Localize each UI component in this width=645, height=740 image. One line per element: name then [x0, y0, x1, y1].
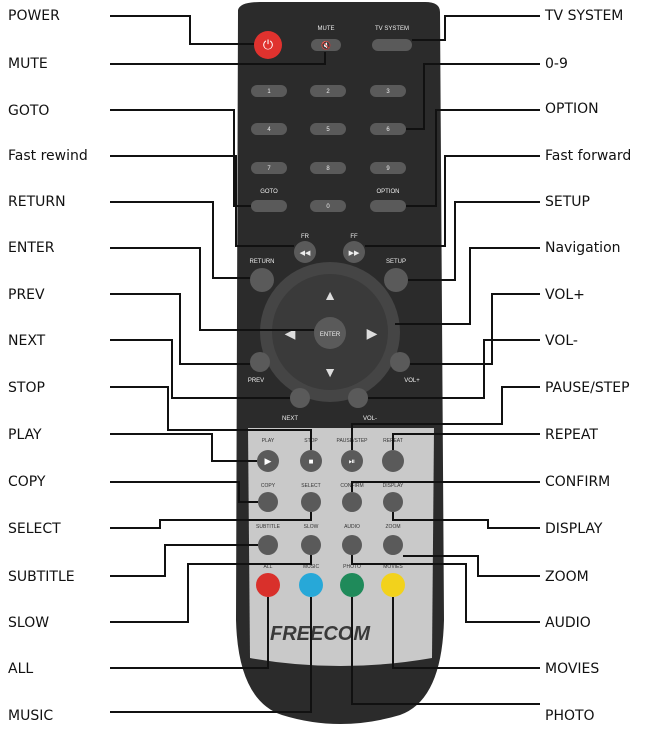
prev-button[interactable] — [250, 352, 270, 372]
prev-label: PREV — [248, 378, 264, 384]
forward-icon: ▶▶ — [349, 250, 360, 257]
power-icon: ⏻ — [263, 37, 273, 52]
label-subtitle: SUBTITLE — [8, 569, 75, 585]
power-line — [110, 15, 254, 45]
display-label: DISPLAY — [383, 483, 404, 489]
copy-line — [110, 481, 258, 503]
label-navigation: Navigation — [545, 240, 621, 256]
brand-logo: FREECOM — [270, 623, 371, 645]
vol-minus-label: VOL- — [363, 416, 377, 422]
return-label: RETURN — [250, 259, 275, 265]
pause-icon: ⏯ — [349, 457, 355, 466]
nav-left-icon: ◀ — [285, 325, 296, 341]
photo-button[interactable] — [340, 573, 364, 597]
label-return: RETURN — [8, 194, 66, 210]
label-next: NEXT — [8, 333, 46, 349]
mute-label: MUTE — [318, 26, 335, 32]
fr-label: FR — [301, 234, 310, 240]
next-button[interactable] — [290, 388, 310, 408]
label-select: SELECT — [8, 521, 61, 537]
option-label: OPTION — [376, 189, 399, 195]
tv-system-label: TV SYSTEM — [375, 26, 409, 32]
label-music: MUSIC — [8, 708, 54, 724]
label-vol-plus: VOL+ — [545, 287, 585, 303]
return-button[interactable] — [250, 268, 274, 292]
audio-button[interactable] — [342, 535, 362, 555]
label-prev: PREV — [8, 287, 45, 303]
play-line — [110, 433, 257, 462]
copy-button[interactable] — [258, 492, 278, 512]
nav-right-icon: ▶ — [367, 325, 378, 341]
ff-label: FF — [350, 234, 358, 240]
return-line — [110, 201, 250, 279]
goto-button[interactable] — [251, 200, 287, 212]
label-goto: GOTO — [8, 103, 50, 119]
label-audio: AUDIO — [545, 615, 591, 631]
label-repeat: REPEAT — [545, 427, 598, 443]
repeat-button[interactable] — [382, 450, 404, 472]
goto-line — [110, 109, 251, 207]
label-play: PLAY — [8, 427, 42, 443]
enter-label: ENTER — [320, 332, 341, 338]
select-label: SELECT — [301, 483, 320, 489]
label-option: OPTION — [545, 101, 599, 117]
subtitle-label: SUBTITLE — [256, 524, 281, 530]
music-button[interactable] — [299, 573, 323, 597]
tv-system-button[interactable] — [372, 39, 412, 51]
label-movies: MOVIES — [545, 661, 600, 677]
option-button[interactable] — [370, 200, 406, 212]
label-zoom: ZOOM — [545, 569, 589, 585]
label-mute: MUTE — [8, 56, 48, 72]
label-fast-forward: Fast forward — [545, 148, 632, 164]
label-photo: PHOTO — [545, 708, 595, 724]
stop-icon: ■ — [309, 457, 314, 466]
label-setup: SETUP — [545, 194, 590, 210]
label-enter: ENTER — [8, 240, 55, 256]
mute-icon: 🔇 — [321, 40, 331, 50]
subtitle-button[interactable] — [258, 535, 278, 555]
label-vol-minus: VOL- — [545, 333, 578, 349]
goto-label: GOTO — [260, 189, 278, 195]
play-label: PLAY — [262, 438, 275, 444]
label-power: POWER — [8, 8, 60, 24]
zoom-label: ZOOM — [386, 524, 401, 530]
nav-down-icon: ▼ — [323, 364, 337, 380]
subtitle-line — [110, 544, 258, 577]
audio-label: AUDIO — [344, 524, 360, 530]
label-display: DISPLAY — [545, 521, 603, 537]
slow-button[interactable] — [301, 535, 321, 555]
confirm-button[interactable] — [342, 492, 362, 512]
label-fast-rewind: Fast rewind — [8, 148, 88, 164]
label-tv-system: TV SYSTEM — [545, 8, 624, 24]
vol-minus-button[interactable] — [348, 388, 368, 408]
slow-label: SLOW — [304, 524, 319, 530]
label-stop: STOP — [8, 380, 45, 396]
select-button[interactable] — [301, 492, 321, 512]
label-slow: SLOW — [8, 615, 50, 631]
next-label: NEXT — [282, 416, 298, 422]
all-button[interactable] — [256, 573, 280, 597]
movies-button[interactable] — [381, 573, 405, 597]
copy-label: COPY — [261, 483, 276, 489]
vol-plus-button[interactable] — [390, 352, 410, 372]
setup-button[interactable] — [384, 268, 408, 292]
remote-diagram: ⏻ MUTE 🔇 TV SYSTEM 1 2 3 4 5 6 7 8 9 GOTO 0 OPTION FR ◀◀ F… — [0, 0, 645, 735]
label-pause-step: PAUSE/STEP — [545, 380, 630, 396]
rewind-icon: ◀◀ — [300, 250, 311, 257]
label-all: ALL — [8, 661, 34, 677]
label-copy: COPY — [8, 474, 46, 490]
display-button[interactable] — [383, 492, 403, 512]
label-confirm: CONFIRM — [545, 474, 611, 490]
setup-label: SETUP — [386, 259, 406, 265]
vol-plus-label: VOL+ — [404, 378, 420, 384]
nav-up-icon: ▲ — [323, 287, 337, 303]
zoom-button[interactable] — [383, 535, 403, 555]
play-icon: ▶ — [265, 456, 272, 466]
label-digits: 0-9 — [545, 56, 568, 72]
